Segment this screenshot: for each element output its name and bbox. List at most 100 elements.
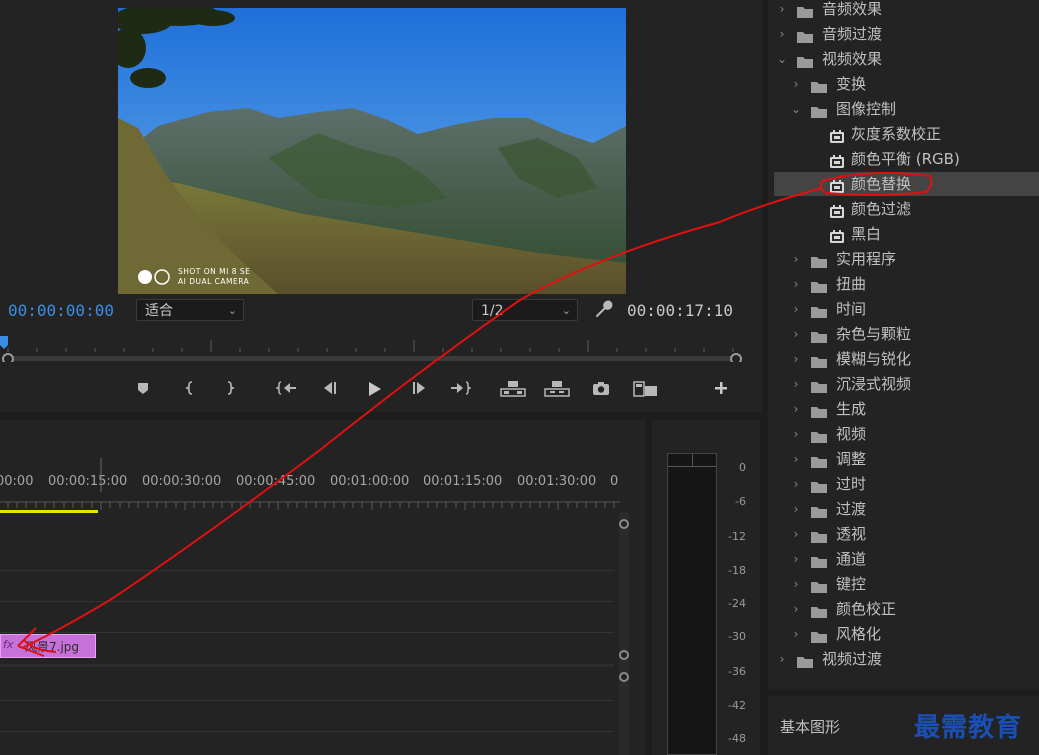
chevron-right-icon[interactable]: › xyxy=(776,0,788,21)
chevron-right-icon[interactable]: › xyxy=(790,72,802,96)
effects-tree-effect[interactable]: 颜色平衡 (RGB) xyxy=(805,147,1039,171)
insert-overlay-button[interactable] xyxy=(633,380,657,402)
effects-tree-folder[interactable]: › 扭曲 xyxy=(790,272,1039,296)
effects-tree-folder[interactable]: › 风格化 xyxy=(790,622,1039,646)
effects-tree-effect[interactable]: 黑白 xyxy=(805,222,1039,246)
scrollbar-handle[interactable] xyxy=(619,650,629,660)
track-divider xyxy=(0,570,614,571)
tree-item-label: 黑白 xyxy=(851,225,882,243)
add-button[interactable] xyxy=(709,380,733,402)
effects-tree-folder[interactable]: › 过渡 xyxy=(790,497,1039,521)
tree-item-label: 生成 xyxy=(836,400,867,418)
mark-out-button[interactable] xyxy=(218,380,242,402)
tree-item-label: 颜色过滤 xyxy=(851,200,912,218)
effects-tree-folder[interactable]: › 变换 xyxy=(790,72,1039,96)
tree-item-label: 视频效果 xyxy=(822,50,883,68)
chevron-right-icon[interactable]: › xyxy=(790,322,802,346)
add-marker-button[interactable] xyxy=(131,380,155,402)
effects-tree-effect[interactable]: 灰度系数校正 xyxy=(805,122,1039,146)
chevron-right-icon[interactable]: › xyxy=(790,572,802,596)
chevron-right-icon[interactable]: › xyxy=(790,272,802,296)
tree-item-label: 变换 xyxy=(836,75,867,93)
chevron-right-icon[interactable]: › xyxy=(790,497,802,521)
scrollbar-handle[interactable] xyxy=(619,672,629,682)
play-button[interactable] xyxy=(362,380,386,402)
chevron-right-icon[interactable]: › xyxy=(790,597,802,621)
track-divider xyxy=(0,632,614,633)
playback-resolution-dropdown[interactable]: 1/2 ⌄ xyxy=(472,299,578,321)
chevron-right-icon[interactable]: › xyxy=(790,422,802,446)
chevron-right-icon[interactable]: › xyxy=(790,472,802,496)
tree-item-label: 颜色平衡 (RGB) xyxy=(851,150,960,168)
chevron-down-icon[interactable]: ⌄ xyxy=(776,47,788,71)
step-forward-button[interactable] xyxy=(407,380,431,402)
go-to-out-button[interactable] xyxy=(448,380,472,402)
effects-tree-folder[interactable]: › 音频过渡 xyxy=(776,22,1039,46)
effects-tree-folder[interactable]: › 键控 xyxy=(790,572,1039,596)
chevron-right-icon[interactable]: › xyxy=(790,297,802,321)
chevron-right-icon[interactable]: › xyxy=(790,547,802,571)
mark-in-button[interactable] xyxy=(178,380,202,402)
effects-tree-folder[interactable]: › 时间 xyxy=(790,297,1039,321)
step-back-button[interactable] xyxy=(318,380,342,402)
export-frame-button[interactable] xyxy=(589,380,613,402)
chevron-right-icon[interactable]: › xyxy=(790,522,802,546)
effects-tree-folder[interactable]: › 视频 xyxy=(790,422,1039,446)
essential-graphics-tab[interactable]: 基本图形 xyxy=(780,716,840,737)
playback-resolution-value: 1/2 xyxy=(481,303,504,319)
tree-item-label: 模糊与锐化 xyxy=(836,350,912,368)
effects-tree-folder[interactable]: › 音频效果 xyxy=(776,0,1039,21)
effects-tree-folder[interactable]: › 视频过渡 xyxy=(776,647,1039,671)
scrollbar-handle[interactable] xyxy=(619,519,629,529)
timeline-clip[interactable]: fx 风景7.jpg xyxy=(0,634,96,658)
extract-button[interactable] xyxy=(544,380,570,402)
db-label: -48 xyxy=(728,732,746,745)
effects-tree-folder[interactable]: › 生成 xyxy=(790,397,1039,421)
effects-tree-folder[interactable]: › 模糊与锐化 xyxy=(790,347,1039,371)
chevron-right-icon[interactable]: › xyxy=(790,622,802,646)
timeline-vertical-scrollbar[interactable] xyxy=(619,512,629,755)
step-forward-icon xyxy=(413,382,425,394)
effects-tree-folder[interactable]: › 过时 xyxy=(790,472,1039,496)
effects-tree-folder[interactable]: › 颜色校正 xyxy=(790,597,1039,621)
chevron-right-icon[interactable]: › xyxy=(790,347,802,371)
go-to-in-icon xyxy=(276,381,296,395)
effects-tree-folder[interactable]: › 通道 xyxy=(790,547,1039,571)
effects-tree-folder[interactable]: › 实用程序 xyxy=(790,247,1039,271)
tree-item-label: 键控 xyxy=(836,575,867,593)
duration-timecode: 00:00:17:10 xyxy=(627,301,733,320)
chevron-right-icon[interactable]: › xyxy=(776,22,788,46)
effects-tree-folder[interactable]: › 沉浸式视频 xyxy=(790,372,1039,396)
effects-tree-effect[interactable]: 颜色过滤 xyxy=(805,197,1039,221)
current-timecode[interactable]: 00:00:00:00 xyxy=(8,301,114,320)
chevron-right-icon[interactable]: › xyxy=(790,447,802,471)
insert-overlay-icon xyxy=(633,381,657,397)
effects-tree-folder[interactable]: ⌄ 视频效果 xyxy=(776,47,1039,71)
effects-tree-effect[interactable]: 颜色替换 xyxy=(805,172,1039,196)
audio-meter-bar xyxy=(667,453,717,755)
effects-tree-folder[interactable]: › 杂色与颗粒 xyxy=(790,322,1039,346)
fx-badge-icon: fx xyxy=(3,638,14,651)
go-to-in-button[interactable] xyxy=(275,380,299,402)
effects-tree-folder[interactable]: › 调整 xyxy=(790,447,1039,471)
tree-item-label: 音频过渡 xyxy=(822,25,883,43)
effects-tree-folder[interactable]: ⌄ 图像控制 xyxy=(790,97,1039,121)
monitor-scrub-bar[interactable] xyxy=(0,332,744,365)
tree-item-label: 灰度系数校正 xyxy=(851,125,942,143)
effects-tree-folder[interactable]: › 透视 xyxy=(790,522,1039,546)
extract-icon xyxy=(544,381,570,397)
zoom-level-dropdown[interactable]: 适合 ⌄ xyxy=(136,299,244,321)
chevron-right-icon[interactable]: › xyxy=(790,397,802,421)
chevron-right-icon[interactable]: › xyxy=(790,247,802,271)
lift-button[interactable] xyxy=(500,380,526,402)
tree-item-label: 音频效果 xyxy=(822,0,883,18)
chevron-right-icon[interactable]: › xyxy=(790,372,802,396)
tree-item-label: 调整 xyxy=(836,450,867,468)
tree-item-label: 透视 xyxy=(836,525,867,543)
program-monitor-video-frame[interactable]: SHOT ON MI 8 SE AI DUAL CAMERA xyxy=(118,8,626,294)
wrench-icon[interactable] xyxy=(594,299,614,319)
chevron-right-icon[interactable]: › xyxy=(776,647,788,671)
step-back-icon xyxy=(324,382,336,394)
chevron-down-icon[interactable]: ⌄ xyxy=(790,97,802,121)
tree-item-label: 扭曲 xyxy=(836,275,867,293)
